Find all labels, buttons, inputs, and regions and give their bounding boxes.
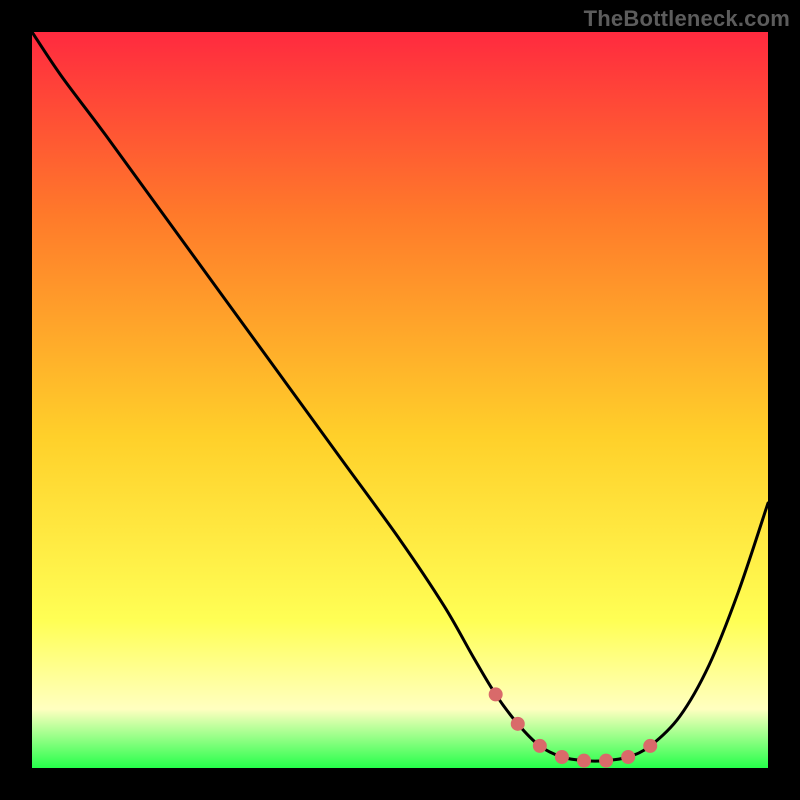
valley-marker	[599, 754, 613, 768]
chart-svg	[32, 32, 768, 768]
valley-marker	[533, 739, 547, 753]
chart-frame: TheBottleneck.com	[0, 0, 800, 800]
gradient-background	[32, 32, 768, 768]
valley-marker	[511, 717, 525, 731]
watermark-text: TheBottleneck.com	[584, 6, 790, 32]
plot-area	[32, 32, 768, 768]
valley-marker	[643, 739, 657, 753]
valley-marker	[489, 687, 503, 701]
valley-marker	[577, 754, 591, 768]
valley-marker	[621, 750, 635, 764]
valley-marker	[555, 750, 569, 764]
